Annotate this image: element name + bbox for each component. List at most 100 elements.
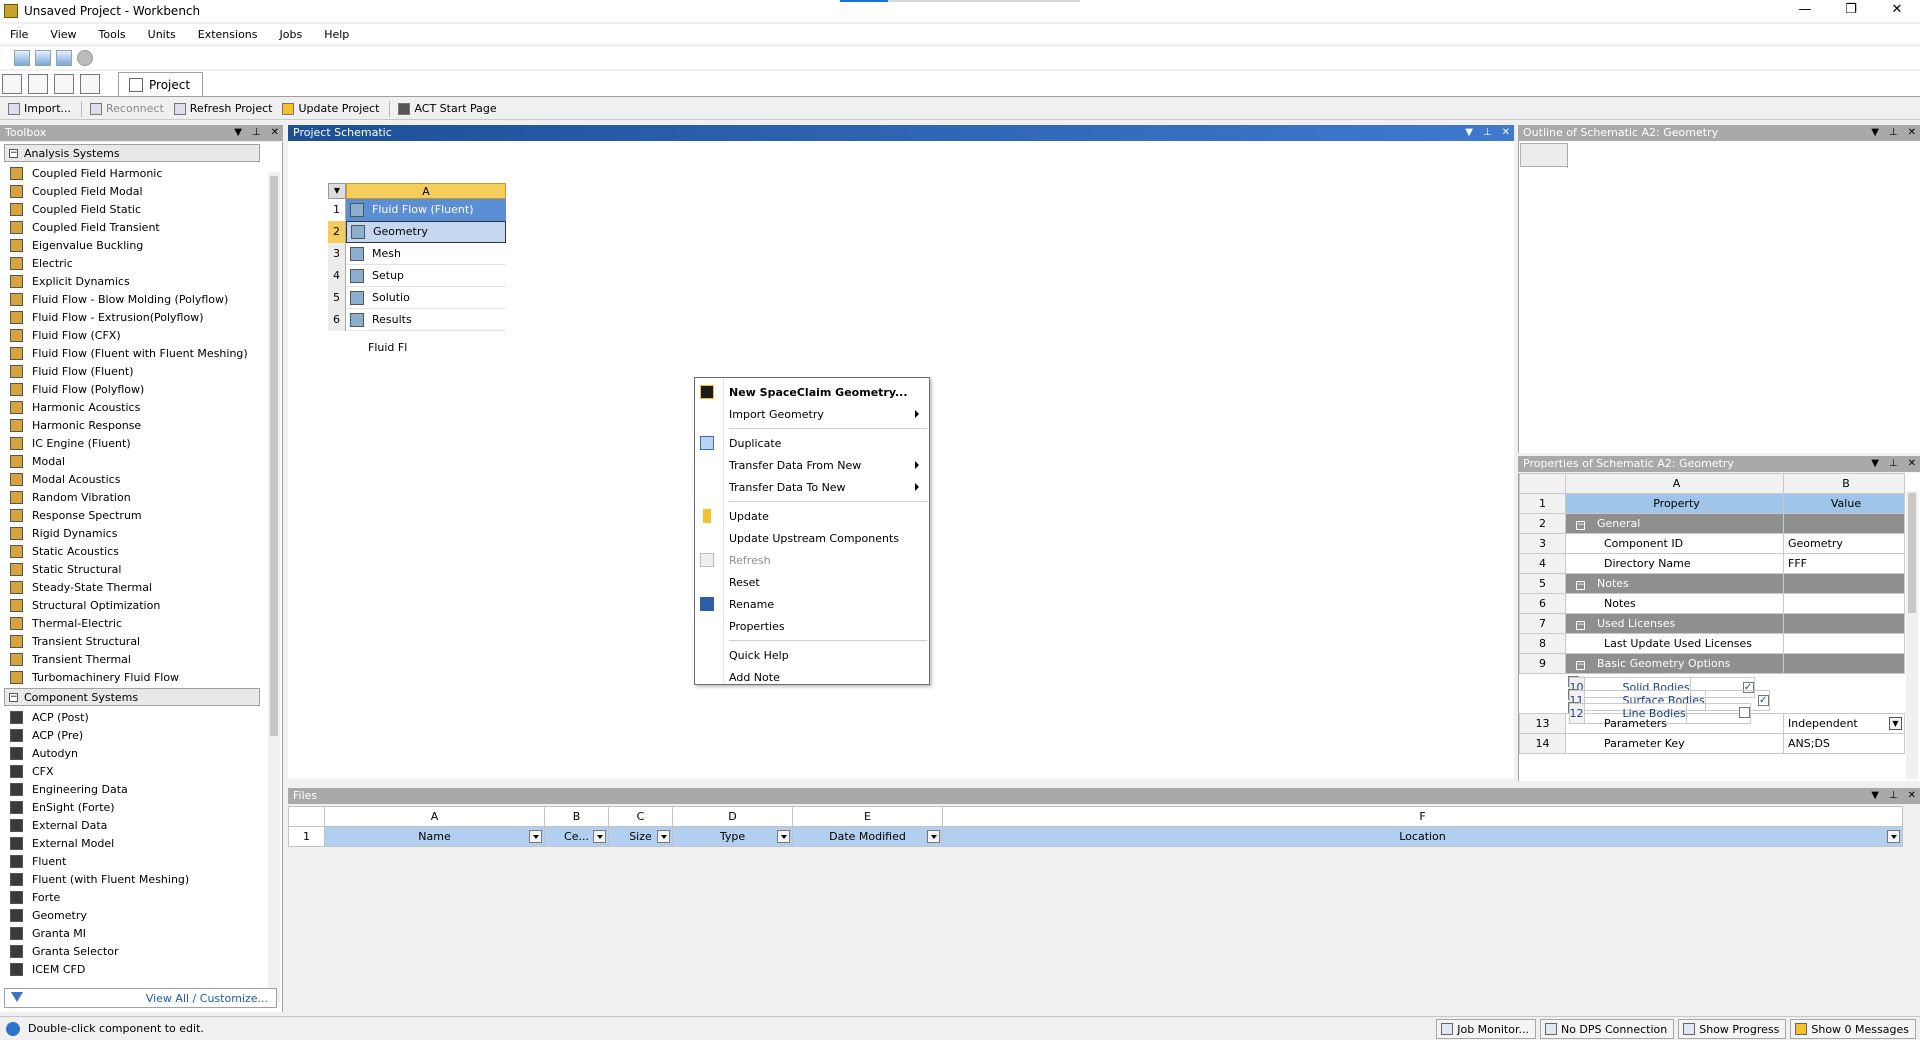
menu-add-note[interactable]: Add Note xyxy=(695,666,929,688)
system-cell-fluid-flow-fluent[interactable]: 1 Fluid Flow (Fluent) xyxy=(328,198,506,221)
property-row-last-update-used-licenses[interactable]: 8 Last Update Used Licenses xyxy=(1519,633,1905,654)
menu-transfer-data-to-new[interactable]: Transfer Data To New xyxy=(695,476,929,498)
toolbox-item-fluent-with-fluent-meshing[interactable]: Fluent (with Fluent Meshing) xyxy=(0,870,282,888)
dps-connection-button[interactable]: No DPS Connection xyxy=(1539,1019,1675,1039)
toolbox-item-response-spectrum[interactable]: Response Spectrum xyxy=(0,506,282,524)
filter-dropdown-icon[interactable] xyxy=(927,830,940,843)
property-row-used-licenses[interactable]: 7 − Used Licenses xyxy=(1519,613,1905,634)
property-row-notes[interactable]: 5 − Notes xyxy=(1519,573,1905,594)
toolbox-item-steady-state-thermal[interactable]: Steady-State Thermal xyxy=(0,578,282,596)
column-location-header[interactable]: Location xyxy=(942,826,1903,847)
toolbox-item-fluid-flow-polyflow[interactable]: Fluid Flow (Polyflow) xyxy=(0,380,282,398)
show-messages-button[interactable]: Show 0 Messages xyxy=(1790,1019,1916,1039)
toolbox-item-modal-acoustics[interactable]: Modal Acoustics xyxy=(0,470,282,488)
filter-dropdown-icon[interactable] xyxy=(529,830,542,843)
toolbox-item-coupled-field-modal[interactable]: Coupled Field Modal xyxy=(0,182,282,200)
toolbox-scrollbar[interactable] xyxy=(268,172,280,1002)
column-date-modified-header[interactable]: Date Modified xyxy=(792,826,943,847)
properties-scrollbar[interactable] xyxy=(1906,491,1918,779)
property-row-parameter-key[interactable]: 14 Parameter Key ANS;DS xyxy=(1519,733,1905,754)
new-icon[interactable] xyxy=(2,74,22,94)
toolbox-item-electric[interactable]: Electric xyxy=(0,254,282,272)
property-row-line-bodies[interactable]: 12 Line Bodies xyxy=(1567,701,1751,724)
system-cell-mesh[interactable]: 3 Mesh xyxy=(328,242,506,265)
toolbox-item-granta-mi[interactable]: Granta MI xyxy=(0,924,282,942)
system-cell-solutio[interactable]: 5 Solutio xyxy=(328,286,506,309)
property-row-surface-bodies[interactable]: 11 Surface Bodies ✓ xyxy=(1567,688,1770,711)
pin-icon[interactable]: ⊥ xyxy=(1889,456,1898,472)
pin-icon[interactable]: ⊥ xyxy=(252,125,261,141)
menu-file[interactable]: File xyxy=(10,28,28,41)
toolbox-item-modal[interactable]: Modal xyxy=(0,452,282,470)
collapse-icon[interactable]: − xyxy=(1576,661,1585,670)
toolbox-item-forte[interactable]: Forte xyxy=(0,888,282,906)
toolbox-item-static-acoustics[interactable]: Static Acoustics xyxy=(0,542,282,560)
toolbox-item-harmonic-acoustics[interactable]: Harmonic Acoustics xyxy=(0,398,282,416)
toolbox-item-fluid-flow-blow-molding-polyflow[interactable]: Fluid Flow - Blow Molding (Polyflow) xyxy=(0,290,282,308)
menu-update[interactable]: Update xyxy=(695,505,929,527)
checkbox[interactable] xyxy=(1738,707,1750,718)
collapse-icon[interactable]: − xyxy=(1576,621,1585,630)
act-start-page-button[interactable]: ACT Start Page xyxy=(398,102,497,115)
menu-import-geometry[interactable]: Import Geometry xyxy=(695,403,929,425)
property-row-notes[interactable]: 6 Notes xyxy=(1519,593,1905,614)
toolbox-item-thermal-electric[interactable]: Thermal-Electric xyxy=(0,614,282,632)
property-value[interactable] xyxy=(1685,702,1751,724)
pin-icon[interactable]: ⊥ xyxy=(1483,125,1492,141)
property-row-directory-name[interactable]: 4 Directory Name FFF xyxy=(1519,553,1905,574)
property-value[interactable]: FFF xyxy=(1783,553,1905,574)
component-systems-group[interactable]: − Component Systems xyxy=(4,688,260,706)
toolbox-item-geometry[interactable]: Geometry xyxy=(0,906,282,924)
panel-menu-icon[interactable]: ▼ xyxy=(1871,788,1879,804)
system-caption[interactable]: Fluid Fl xyxy=(328,341,506,354)
maximize-button[interactable]: ❐ xyxy=(1828,0,1874,22)
toolbox-item-fluent[interactable]: Fluent xyxy=(0,852,282,870)
toolbox-item-transient-structural[interactable]: Transient Structural xyxy=(0,632,282,650)
menu-jobs[interactable]: Jobs xyxy=(280,28,303,41)
toolbox-item-icem-cfd[interactable]: ICEM CFD xyxy=(0,960,282,978)
toolbox-item-random-vibration[interactable]: Random Vibration xyxy=(0,488,282,506)
collapse-icon[interactable]: − xyxy=(1576,581,1585,590)
filter-dropdown-icon[interactable] xyxy=(1887,830,1900,843)
menu-transfer-data-from-new[interactable]: Transfer Data From New xyxy=(695,454,929,476)
filter-icon[interactable] xyxy=(11,992,23,1004)
close-button[interactable]: ✕ xyxy=(1874,0,1920,22)
job-monitor-button[interactable]: Job Monitor... xyxy=(1436,1019,1536,1039)
menu-reset[interactable]: Reset xyxy=(695,571,929,593)
toolbox-item-turbomachinery-fluid-flow[interactable]: Turbomachinery Fluid Flow xyxy=(0,668,282,686)
column-type-header[interactable]: Type xyxy=(672,826,793,847)
toolbox-item-ensight-forte[interactable]: EnSight (Forte) xyxy=(0,798,282,816)
property-value[interactable]: ANS;DS xyxy=(1783,733,1905,754)
panel-close-icon[interactable]: ✕ xyxy=(1908,456,1916,472)
help-globe-icon[interactable] xyxy=(77,50,93,66)
panel-menu-icon[interactable]: ▼ xyxy=(1871,456,1879,472)
menu-tools[interactable]: Tools xyxy=(99,28,126,41)
filter-dropdown-icon[interactable] xyxy=(657,830,670,843)
panel-menu-icon[interactable]: ▼ xyxy=(1871,125,1879,141)
property-value[interactable]: Independent ▼ xyxy=(1783,713,1905,734)
column-ce-header[interactable]: Ce... xyxy=(544,826,609,847)
system-cell-geometry[interactable]: 2 Geometry xyxy=(328,220,506,243)
menu-extensions[interactable]: Extensions xyxy=(198,28,258,41)
property-row-basic-geometry-options[interactable]: 9 − Basic Geometry Options xyxy=(1519,653,1905,674)
fluid-flow-system[interactable]: ▼ A 1 Fluid Flow (Fluent) 2 Geometry 3 Mesh 4 S… xyxy=(328,183,506,331)
toolbox-item-fluid-flow-fluent-with-fluent-meshing[interactable]: Fluid Flow (Fluent with Fluent Meshing) xyxy=(0,344,282,362)
import-button[interactable]: Import... xyxy=(8,102,71,115)
toolbox-item-external-model[interactable]: External Model xyxy=(0,834,282,852)
property-row-general[interactable]: 2 − General xyxy=(1519,513,1905,534)
refresh-project-button[interactable]: Refresh Project xyxy=(173,102,272,115)
pin-icon[interactable]: ⊥ xyxy=(1889,788,1898,804)
toolbox-item-coupled-field-transient[interactable]: Coupled Field Transient xyxy=(0,218,282,236)
system-cell-setup[interactable]: 4 Setup xyxy=(328,264,506,287)
property-value[interactable] xyxy=(1783,593,1905,614)
show-progress-button[interactable]: Show Progress xyxy=(1678,1019,1787,1039)
toolbox-item-granta-selector[interactable]: Granta Selector xyxy=(0,942,282,960)
collapse-icon[interactable]: − xyxy=(1576,521,1585,530)
toolbox-item-autodyn[interactable]: Autodyn xyxy=(0,744,282,762)
panel-close-icon[interactable]: ✕ xyxy=(271,125,279,141)
filter-dropdown-icon[interactable] xyxy=(777,830,790,843)
menu-duplicate[interactable]: Duplicate xyxy=(695,432,929,454)
menu-rename[interactable]: Rename xyxy=(695,593,929,615)
toolbox-item-harmonic-response[interactable]: Harmonic Response xyxy=(0,416,282,434)
menu-properties[interactable]: Properties xyxy=(695,615,929,637)
